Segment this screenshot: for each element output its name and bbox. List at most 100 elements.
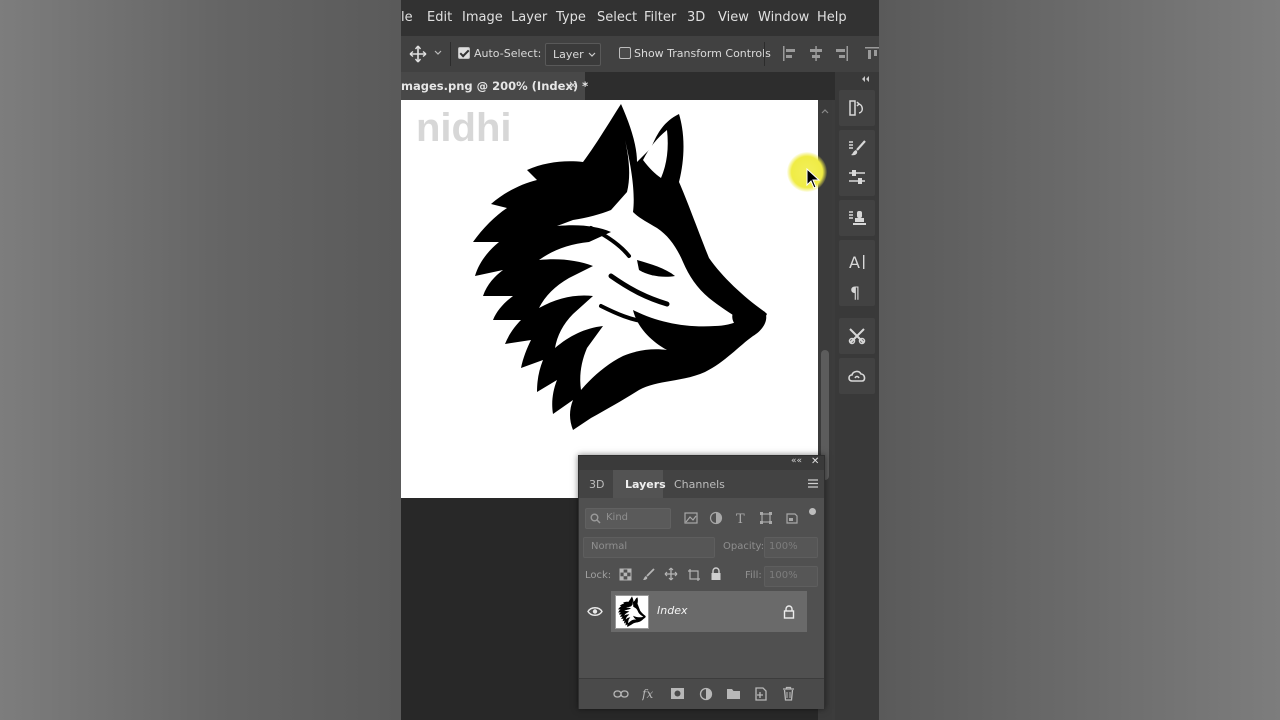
- menu-file[interactable]: le: [401, 10, 413, 25]
- layer-thumbnail: [615, 595, 649, 629]
- show-transform-label: Show Transform Controls: [634, 47, 771, 60]
- svg-text:A: A: [849, 253, 860, 272]
- close-icon[interactable]: ×: [568, 78, 578, 92]
- wolf-head-artwork: [473, 104, 767, 430]
- document-tab[interactable]: mages.png @ 200% (Index) * ×: [401, 72, 589, 100]
- link-layers-icon[interactable]: [613, 688, 629, 700]
- opacity-field[interactable]: 100%: [764, 537, 818, 558]
- trash-icon[interactable]: [782, 686, 795, 701]
- document-tab-title: mages.png @ 200% (Index) *: [401, 79, 589, 93]
- menu-image[interactable]: Image: [462, 10, 503, 25]
- align-center-icon[interactable]: [809, 46, 823, 61]
- adjustments-icon[interactable]: [847, 167, 867, 187]
- lock-artboard-icon[interactable]: [687, 568, 701, 581]
- close-panel-icon[interactable]: ✕: [811, 456, 819, 467]
- tool-group-brush: [839, 130, 875, 196]
- fill-value: 100%: [769, 570, 798, 581]
- auto-select-checkbox[interactable]: [458, 47, 470, 59]
- menu-3d[interactable]: 3D: [687, 10, 705, 25]
- filter-type-icon[interactable]: T: [735, 511, 749, 525]
- lock-position-icon[interactable]: [664, 567, 678, 581]
- collapse-panel-icon[interactable]: ««: [791, 456, 802, 466]
- layer-dropdown[interactable]: Layer: [545, 43, 601, 66]
- tool-group-history: [839, 90, 875, 126]
- move-icon[interactable]: [409, 45, 427, 63]
- align-top-icon[interactable]: [865, 46, 879, 61]
- lock-all-icon[interactable]: [710, 567, 722, 581]
- filter-smart-object-icon[interactable]: [785, 511, 799, 525]
- lock-transparent-pixels-icon[interactable]: [619, 568, 632, 581]
- new-layer-icon[interactable]: [754, 687, 767, 701]
- document-tab-bar: mages.png @ 200% (Index) * ×: [401, 72, 835, 100]
- menu-filter[interactable]: Filter: [644, 10, 676, 25]
- tab-channels[interactable]: Channels: [674, 478, 725, 491]
- auto-select-label: Auto-Select:: [474, 47, 542, 60]
- options-bar: Auto-Select: Layer Show Transform Contro…: [401, 36, 879, 73]
- menu-help[interactable]: Help: [817, 10, 847, 25]
- mouse-cursor-icon: [806, 168, 821, 189]
- paragraph-icon[interactable]: ¶: [847, 282, 867, 302]
- menu-select[interactable]: Select: [597, 10, 637, 25]
- svg-text:fx: fx: [642, 687, 653, 701]
- menu-type[interactable]: Type: [556, 10, 586, 25]
- brush-preset-icon[interactable]: [847, 138, 867, 158]
- filter-pixel-icon[interactable]: [684, 512, 698, 524]
- add-mask-icon[interactable]: [670, 687, 685, 700]
- filter-adjustment-icon[interactable]: [709, 511, 723, 525]
- align-right-icon[interactable]: [835, 46, 849, 61]
- menu-window[interactable]: Window: [758, 10, 809, 25]
- blend-mode-value: Normal: [591, 541, 628, 552]
- menu-layer[interactable]: Layer: [511, 10, 547, 25]
- document-canvas[interactable]: nidhi: [401, 100, 818, 498]
- eye-icon[interactable]: [587, 606, 603, 617]
- tool-group-clone: [839, 200, 875, 236]
- fx-icon[interactable]: fx: [642, 686, 656, 701]
- panel-title-strip: «« ✕: [579, 456, 824, 470]
- tab-3d[interactable]: 3D: [589, 478, 604, 491]
- collapse-panels-icon[interactable]: [861, 75, 871, 83]
- show-transform-checkbox[interactable]: [619, 47, 631, 59]
- chevron-down-icon: [588, 52, 596, 57]
- layer-name[interactable]: Index: [657, 604, 687, 617]
- video-side-blur-right: [879, 0, 1280, 720]
- svg-text:T: T: [736, 512, 745, 525]
- tool-group-libraries: [839, 358, 875, 394]
- divider: [764, 42, 765, 66]
- fill-field[interactable]: 100%: [764, 566, 818, 587]
- lock-icon: [783, 605, 795, 619]
- opacity-label: Opacity:: [723, 541, 765, 552]
- layer-row[interactable]: Index: [611, 591, 807, 632]
- filter-toggle-icon[interactable]: [809, 508, 816, 515]
- opacity-value: 100%: [769, 541, 798, 552]
- filter-kind-label: Kind: [606, 512, 629, 523]
- filter-shape-icon[interactable]: [759, 511, 773, 525]
- layer-filter-kind[interactable]: Kind: [585, 508, 671, 529]
- divider: [450, 42, 451, 66]
- menu-edit[interactable]: Edit: [427, 10, 452, 25]
- character-icon[interactable]: A: [847, 252, 867, 272]
- layers-panel: «« ✕ 3D Layers Channels Kind T Normal Op…: [578, 455, 825, 709]
- new-group-icon[interactable]: [726, 687, 741, 700]
- tab-layers[interactable]: Layers: [625, 478, 666, 491]
- blend-mode-dropdown[interactable]: Normal: [583, 537, 715, 558]
- chevron-down-icon[interactable]: [434, 50, 442, 56]
- tool-presets-icon[interactable]: [847, 326, 867, 346]
- tool-group-presets: [839, 318, 875, 354]
- lock-label: Lock:: [585, 570, 612, 581]
- history-icon[interactable]: [847, 98, 867, 118]
- align-left-icon[interactable]: [782, 46, 796, 61]
- menu-view[interactable]: View: [718, 10, 749, 25]
- panel-tabs: 3D Layers Channels: [579, 470, 824, 498]
- clone-source-icon[interactable]: [847, 208, 867, 228]
- new-adjustment-layer-icon[interactable]: [699, 687, 713, 701]
- scroll-up-icon[interactable]: [821, 108, 829, 114]
- layer-dropdown-value: Layer: [553, 48, 584, 61]
- photoshop-window: le Edit Image Layer Type Select Filter 3…: [401, 0, 879, 720]
- creative-cloud-icon[interactable]: [847, 366, 867, 386]
- layers-panel-footer: fx: [579, 678, 824, 709]
- fill-label: Fill:: [745, 570, 762, 581]
- lock-image-pixels-icon[interactable]: [642, 568, 655, 581]
- panel-dock: A ¶: [835, 72, 879, 720]
- panel-menu-icon[interactable]: [808, 479, 818, 488]
- tool-group-type: A ¶: [839, 240, 875, 306]
